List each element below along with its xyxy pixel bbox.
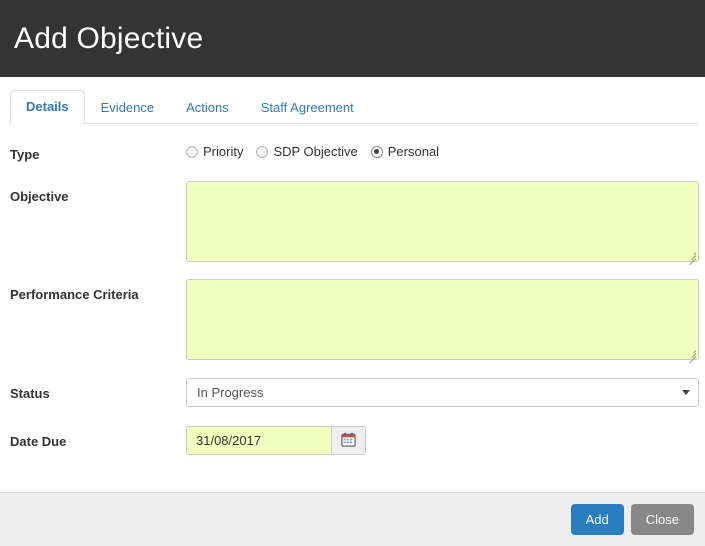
objective-control xyxy=(186,181,699,266)
tab-actions-label: Actions xyxy=(186,100,229,116)
performance-criteria-label: Performance Criteria xyxy=(10,287,139,302)
form-row-status: Status In Progress xyxy=(10,378,699,426)
dialog-footer: Add Close xyxy=(0,492,705,546)
radio-priority[interactable]: Priority xyxy=(186,144,243,159)
date-due-input-group xyxy=(186,426,366,455)
radio-personal[interactable]: Personal xyxy=(370,144,440,159)
type-control: Priority SDP Objective Personal xyxy=(186,139,698,159)
dialog-body: Type Priority SDP Objective Personal Obj… xyxy=(0,124,705,506)
calendar-picker-button[interactable] xyxy=(331,426,366,455)
objective-label: Objective xyxy=(10,189,69,204)
tab-staff-agreement[interactable]: Staff Agreement xyxy=(245,91,370,125)
performance-criteria-input[interactable] xyxy=(186,279,699,360)
radio-sdp-objective-label: SDP Objective xyxy=(273,144,358,159)
tab-evidence[interactable]: Evidence xyxy=(85,91,170,125)
tab-details-label: Details xyxy=(26,99,69,115)
radio-priority-label: Priority xyxy=(203,144,244,159)
page-title: Add Objective xyxy=(14,21,204,55)
radio-sdp-objective[interactable]: SDP Objective xyxy=(256,144,358,159)
tab-actions[interactable]: Actions xyxy=(170,91,245,125)
radio-sdp-objective-mark xyxy=(256,145,269,158)
status-label: Status xyxy=(10,386,50,401)
radio-priority-mark xyxy=(186,145,198,158)
add-button[interactable]: Add xyxy=(570,504,624,535)
objective-input[interactable] xyxy=(186,181,699,262)
tab-strip: Details Evidence Actions Staff Agreement xyxy=(0,77,705,125)
type-radio-group: Priority SDP Objective Personal xyxy=(186,139,698,159)
performance-criteria-control xyxy=(186,279,699,364)
date-due-label: Date Due xyxy=(10,434,67,449)
type-label: Type xyxy=(10,147,40,162)
form-row-performance-criteria: Performance Criteria xyxy=(10,279,699,378)
radio-personal-label: Personal xyxy=(387,144,440,159)
status-select[interactable]: In Progress xyxy=(186,378,699,407)
radio-personal-mark xyxy=(370,145,383,158)
dialog-header: Add Objective xyxy=(0,0,705,77)
tab-details[interactable]: Details xyxy=(10,90,85,125)
form-row-objective: Objective xyxy=(10,181,699,279)
date-due-input[interactable] xyxy=(186,426,331,455)
form-row-date-due: Date Due xyxy=(10,426,698,471)
date-due-control xyxy=(186,426,698,455)
form-row-type: Type Priority SDP Objective Personal xyxy=(10,139,698,175)
tab-list: Details Evidence Actions Staff Agreement xyxy=(10,90,705,125)
tab-evidence-label: Evidence xyxy=(100,100,155,116)
calendar-icon xyxy=(341,432,356,450)
status-control: In Progress xyxy=(186,378,699,407)
close-button[interactable]: Close xyxy=(630,504,694,535)
tab-staff-agreement-label: Staff Agreement xyxy=(260,100,354,116)
